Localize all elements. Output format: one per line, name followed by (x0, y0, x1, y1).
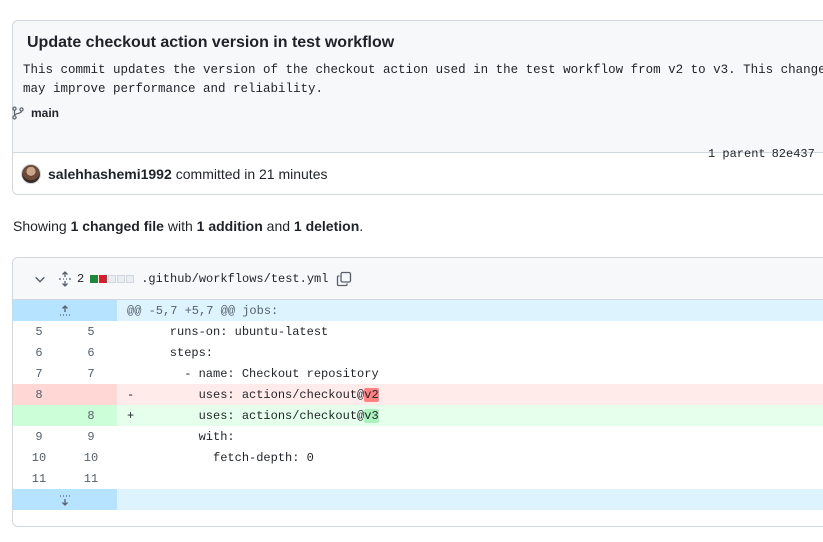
new-line-number[interactable]: 10 (65, 447, 117, 468)
diffstat-square (99, 274, 108, 283)
code-text: with: (141, 429, 235, 444)
file-diff: 2 .github/workflows/test.yml @@ -5,7 +5,… (12, 257, 823, 527)
old-line-number[interactable] (13, 405, 65, 426)
code-line: + uses: actions/checkout@v3 (117, 405, 823, 426)
code-line: runs-on: ubuntu-latest (117, 321, 823, 342)
changed-token: v2 (364, 387, 379, 402)
context-line: 11 11 (13, 468, 823, 489)
context-line: 66 steps: (13, 342, 823, 363)
code-text: fetch-depth: 0 (141, 450, 314, 465)
code-line: - name: Checkout repository (117, 363, 823, 384)
new-line-number[interactable]: 11 (65, 468, 117, 489)
committed-time: committed in 21 minutes (175, 166, 328, 182)
branch-label[interactable]: main (11, 105, 59, 121)
diffstat-square (126, 274, 135, 283)
copy-icon[interactable] (336, 271, 352, 287)
expand-down-row (13, 489, 823, 510)
git-branch-icon (12, 106, 24, 120)
expand-up-icon (60, 304, 70, 316)
new-line-number[interactable]: 8 (65, 405, 117, 426)
diff-sign (127, 451, 141, 465)
context-line: 10 10 fetch-depth: 0 (13, 447, 823, 468)
additions-count: 1 addition (196, 218, 263, 234)
old-line-number[interactable]: 5 (13, 321, 65, 342)
summary-prefix: Showing (13, 218, 71, 234)
expand-down-button[interactable] (13, 489, 117, 510)
expand-down-icon (60, 494, 70, 506)
change-count: 2 (77, 271, 85, 286)
new-line-number[interactable]: 5 (65, 321, 117, 342)
diff-summary: Showing 1 changed file with 1 addition a… (13, 218, 363, 234)
commit-parent-info: 1 parent 82e437 (708, 147, 815, 161)
deletions-count: 1 deletion (293, 218, 360, 234)
diff-sign: - (127, 387, 135, 402)
diff-sign (127, 346, 141, 360)
code-line: with: (117, 426, 823, 447)
new-line-number[interactable]: 7 (65, 363, 117, 384)
commit-title: Update checkout action version in test w… (27, 34, 395, 51)
diffstat-square (90, 274, 99, 283)
new-line-number[interactable]: 6 (65, 342, 117, 363)
changed-files-toggle[interactable]: 1 changed file (71, 218, 164, 234)
file-header: 2 .github/workflows/test.yml (13, 258, 823, 300)
commit-meta: salehhashemi1992 committed in 21 minutes (13, 153, 823, 194)
code-text: steps: (141, 345, 214, 360)
expand-up-button[interactable] (13, 300, 117, 321)
commit-description: This commit updates the version of the c… (23, 63, 823, 96)
branch-name: main (31, 106, 60, 120)
diff-sign: + (127, 408, 135, 423)
diff-sign (127, 430, 141, 444)
context-line: 99 with: (13, 426, 823, 447)
code-line (117, 468, 823, 489)
expand-down-filler (117, 489, 823, 510)
hunk-header-row: @@ -5,7 +5,7 @@ jobs: (13, 300, 823, 321)
diff-sign (127, 472, 141, 486)
code-line: - uses: actions/checkout@v2 (117, 384, 823, 405)
chevron-down-icon[interactable] (33, 272, 47, 286)
old-line-number[interactable]: 8 (13, 384, 65, 405)
commit-box: Update checkout action version in test w… (12, 20, 823, 195)
deleted-line: 8 - uses: actions/checkout@v2 (13, 384, 823, 405)
code-text: uses: actions/checkout@ (141, 387, 365, 402)
summary-with: with (163, 218, 197, 234)
diffstat-bar (90, 274, 135, 283)
file-path-link[interactable]: .github/workflows/test.yml (141, 272, 328, 286)
summary-and: and (262, 218, 294, 234)
new-line-number[interactable] (65, 384, 117, 405)
code-line: steps: (117, 342, 823, 363)
old-line-number[interactable]: 6 (13, 342, 65, 363)
diff-table: @@ -5,7 +5,7 @@ jobs: 55 runs-on: ubuntu… (13, 300, 823, 510)
parent-label: 1 parent (708, 147, 766, 161)
code-text: runs-on: ubuntu-latest (141, 324, 329, 339)
avatar[interactable] (21, 164, 41, 184)
added-line: 8 + uses: actions/checkout@v3 (13, 405, 823, 426)
changed-token: v3 (364, 408, 379, 423)
context-line: 77 - name: Checkout repository (13, 363, 823, 384)
commit-header: Update checkout action version in test w… (13, 21, 823, 153)
diffstat-square (117, 274, 126, 283)
hunk-header: @@ -5,7 +5,7 @@ jobs: (117, 300, 823, 321)
expand-all-icon[interactable] (57, 270, 73, 287)
old-line-number[interactable]: 10 (13, 447, 65, 468)
context-line: 55 runs-on: ubuntu-latest (13, 321, 823, 342)
parent-sha-link[interactable]: 82e437 (772, 147, 815, 161)
diff-sign (127, 367, 141, 381)
old-line-number[interactable]: 11 (13, 468, 65, 489)
summary-suffix: . (359, 218, 364, 234)
old-line-number[interactable]: 9 (13, 426, 65, 447)
new-line-number[interactable]: 9 (65, 426, 117, 447)
code-text: - name: Checkout repository (141, 366, 379, 381)
diff-sign (127, 325, 141, 339)
diffstat-square (108, 274, 117, 283)
old-line-number[interactable]: 7 (13, 363, 65, 384)
code-text: uses: actions/checkout@ (141, 408, 365, 423)
code-line: fetch-depth: 0 (117, 447, 823, 468)
author-link[interactable]: salehhashemi1992 (48, 166, 172, 182)
